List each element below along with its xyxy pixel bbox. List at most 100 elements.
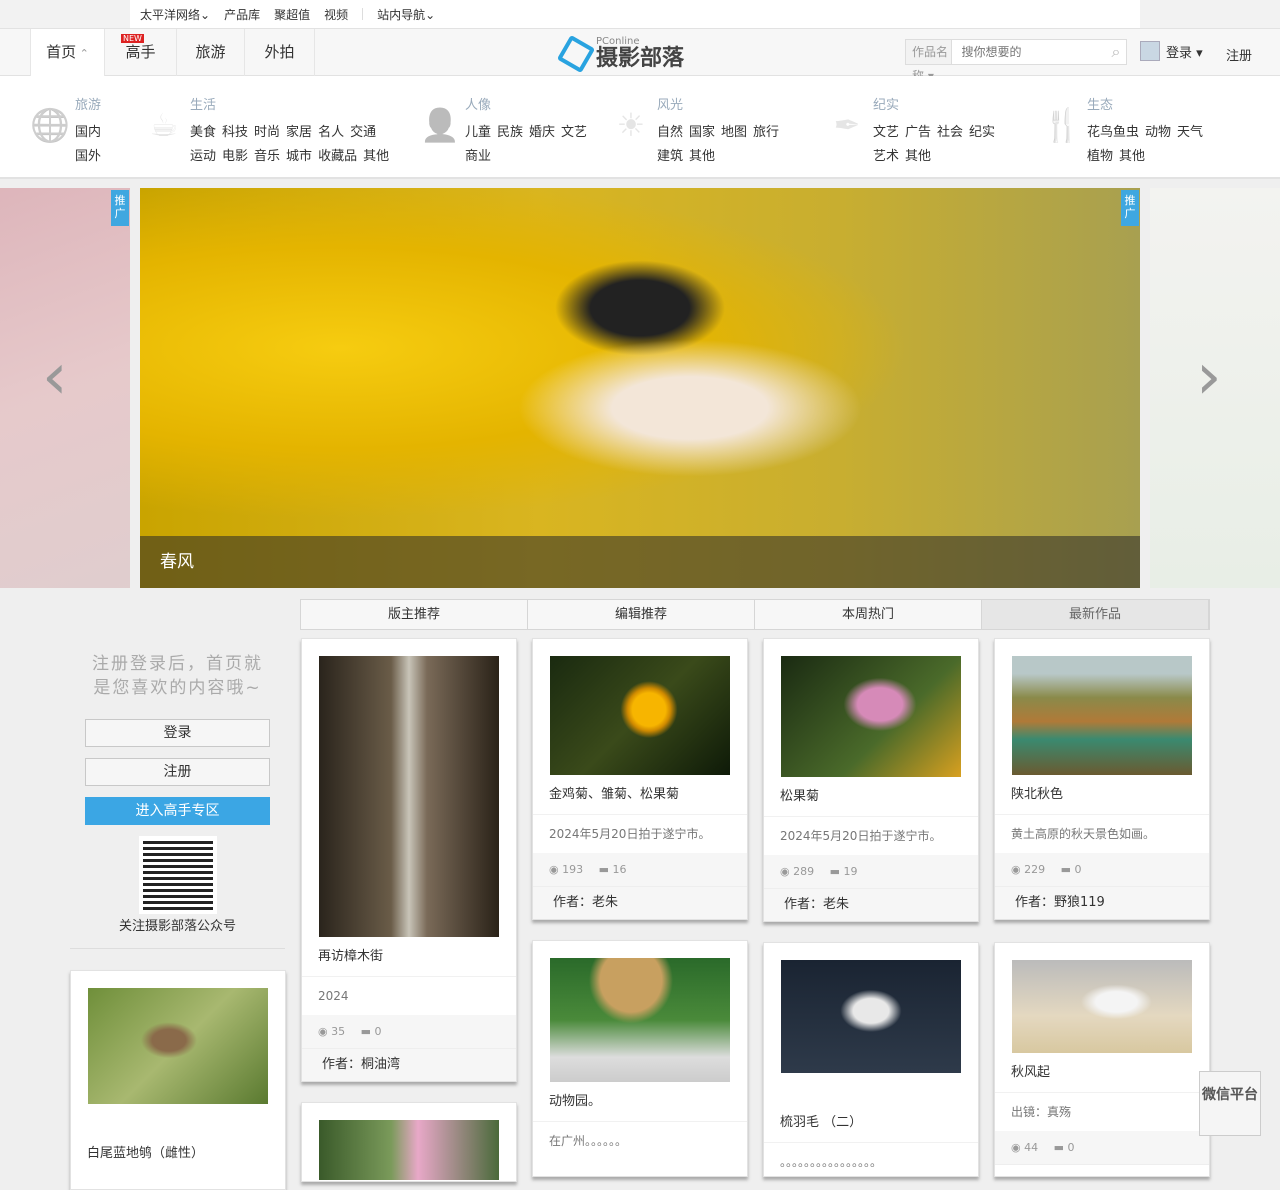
photo-title[interactable]: 松果菊 (764, 777, 978, 817)
photo-author[interactable]: 作者：老朱 (533, 887, 747, 919)
category-title[interactable]: 生活 (190, 94, 395, 113)
sidebar-photo-card[interactable]: 白尾蓝地鸲（雌性） (70, 970, 286, 1190)
category-title[interactable]: 人像 (465, 94, 593, 113)
photo-card[interactable]: 秋风起 出镜：真殇 ◉ 44 ▬ 0 (994, 942, 1210, 1177)
photo-title[interactable]: 再访樟木街 (302, 937, 516, 977)
category-link[interactable]: 广告 (905, 125, 931, 140)
category-link[interactable]: 家居 (286, 125, 312, 140)
category-link[interactable]: 自然 (657, 125, 683, 140)
category-link[interactable]: 时尚 (254, 125, 280, 140)
category-link[interactable]: 收藏品 (318, 149, 357, 164)
view-count: 289 (793, 865, 815, 878)
category-link[interactable]: 地图 (721, 125, 747, 140)
register-link[interactable]: 注册 (1226, 45, 1252, 64)
photo-title[interactable]: 秋风起 (995, 1053, 1209, 1093)
category-link[interactable]: 其他 (1119, 149, 1145, 164)
nav-tab-label: 外拍 (264, 43, 295, 61)
photo-card[interactable] (301, 1102, 517, 1182)
photo-title[interactable]: 陕北秋色 (995, 775, 1209, 815)
category-link[interactable]: 其他 (363, 149, 389, 164)
photo-card[interactable]: 再访樟木街 2024 ◉ 35 ▬ 0 作者：桐油湾 (301, 638, 517, 1082)
category-0: 🌐 旅游 国内 国外 (30, 94, 107, 169)
photo-title[interactable]: 金鸡菊、雏菊、松果菊 (533, 775, 747, 815)
topbar-link[interactable]: 太平洋网络⌄ (140, 6, 210, 23)
nav-tab[interactable]: 首页 ⌃ (30, 29, 105, 76)
category-title[interactable]: 生态 (1087, 94, 1209, 113)
category-link[interactable]: 建筑 (657, 149, 683, 164)
photo-desc: 黄土高原的秋天景色如画。 (1011, 827, 1156, 841)
category-link[interactable]: 植物 (1087, 149, 1113, 164)
category-title[interactable]: 风光 (657, 94, 785, 113)
chevron-right-icon[interactable]: › (1196, 345, 1222, 409)
category-link[interactable]: 国外 (75, 149, 101, 164)
category-title[interactable]: 旅游 (75, 94, 107, 113)
category-link[interactable]: 国内 (75, 125, 101, 140)
register-button[interactable]: 注册 (85, 758, 270, 786)
tab[interactable]: 编辑推荐 (528, 600, 755, 629)
nav-tab[interactable]: 高手 NEW (105, 29, 177, 76)
login-button[interactable]: 登录 (85, 719, 270, 747)
search-input[interactable] (952, 40, 1112, 64)
tab[interactable]: 最新作品 (982, 600, 1209, 629)
topbar-link[interactable]: 聚超值 (274, 6, 310, 23)
photo-card[interactable]: 金鸡菊、雏菊、松果菊 2024年5月20日拍于遂宁市。 ◉ 193 ▬ 16 作者：老… (532, 638, 748, 920)
site-nav-link[interactable]: 站内导航⌄ (377, 6, 435, 23)
category-link[interactable]: 旅行 (753, 125, 779, 140)
photo-card[interactable]: 松果菊 2024年5月20日拍于遂宁市。 ◉ 289 ▬ 19 作者：老朱 (763, 638, 979, 922)
photo-title[interactable]: 动物园。 (533, 1082, 747, 1122)
login-menu[interactable]: 登录 ▾ (1140, 41, 1203, 61)
category-row: 商业 (465, 145, 593, 169)
category-link[interactable]: 电影 (222, 149, 248, 164)
category-link[interactable]: 国家 (689, 125, 715, 140)
category-link[interactable]: 运动 (190, 149, 216, 164)
category-link[interactable]: 社会 (937, 125, 963, 140)
photo-card[interactable]: 梳羽毛 （二） 。。。。。。。。。。。。。。。。 (763, 942, 979, 1177)
photo-card[interactable]: 陕北秋色 黄土高原的秋天景色如画。 ◉ 229 ▬ 0 作者：野狼119 (994, 638, 1210, 920)
category-link[interactable]: 天气 (1177, 125, 1203, 140)
category-link[interactable]: 名人 (318, 125, 344, 140)
category-link[interactable]: 纪实 (969, 125, 995, 140)
nav-tab[interactable]: 旅游 (177, 29, 245, 76)
category-link[interactable]: 动物 (1145, 125, 1171, 140)
category-link[interactable]: 其他 (689, 149, 715, 164)
category-link[interactable]: 其他 (905, 149, 931, 164)
hero-slide[interactable]: 春风 (140, 188, 1140, 588)
photo-card[interactable]: 动物园。 在广州。。。。。。 (532, 940, 748, 1177)
category-link[interactable]: 商业 (465, 149, 491, 164)
photo (1012, 960, 1192, 1053)
category-title[interactable]: 纪实 (873, 94, 1001, 113)
promo-tag: 推广 (111, 190, 129, 226)
qr-caption: 关注摄影部落公众号 (118, 919, 236, 934)
category-link[interactable]: 文艺 (873, 125, 899, 140)
pro-zone-button[interactable]: 进入高手专区 (85, 797, 270, 825)
category-link[interactable]: 民族 (497, 125, 523, 140)
category-link[interactable]: 交通 (350, 125, 376, 140)
photo-title[interactable]: 梳羽毛 （二） (764, 1103, 978, 1143)
category-link[interactable]: 花鸟鱼虫 (1087, 125, 1139, 140)
search-icon[interactable]: ⌕ (1111, 40, 1126, 64)
top-bar: 太平洋网络⌄ 产品库 聚超值 视频 站内导航⌄ (0, 0, 1280, 28)
chevron-left-icon[interactable]: ‹ (42, 345, 68, 409)
tab[interactable]: 版主推荐 (301, 600, 528, 629)
nav-tab[interactable]: 外拍 (245, 29, 315, 76)
search-type-select[interactable]: 作品名称 ▾ (906, 40, 953, 83)
login-link[interactable]: 登录 ▾ (1166, 42, 1203, 61)
tab[interactable]: 本周热门 (755, 600, 982, 629)
category-link[interactable]: 儿童 (465, 125, 491, 140)
photo-author[interactable]: 作者：桐油湾 (302, 1049, 516, 1081)
logo[interactable]: PConline 摄影部落 (556, 34, 684, 74)
category-link[interactable]: 美食 (190, 125, 216, 140)
topbar-link[interactable]: 产品库 (224, 6, 260, 23)
weixin-platform-button[interactable]: 微信平台 (1199, 1071, 1261, 1136)
category-link[interactable]: 文艺 (561, 125, 587, 140)
category-link[interactable]: 艺术 (873, 149, 899, 164)
category-link[interactable]: 音乐 (254, 149, 280, 164)
photo-author[interactable]: 作者：老朱 (764, 889, 978, 921)
category-link[interactable]: 婚庆 (529, 125, 555, 140)
topbar-link[interactable]: 视频 (324, 6, 348, 23)
category-link[interactable]: 城市 (286, 149, 312, 164)
category-row: 儿童 民族 婚庆 文艺 (465, 121, 593, 145)
photo-author[interactable]: 作者：野狼119 (995, 887, 1209, 919)
category-link[interactable]: 科技 (222, 125, 248, 140)
view-count: 193 (562, 863, 584, 876)
